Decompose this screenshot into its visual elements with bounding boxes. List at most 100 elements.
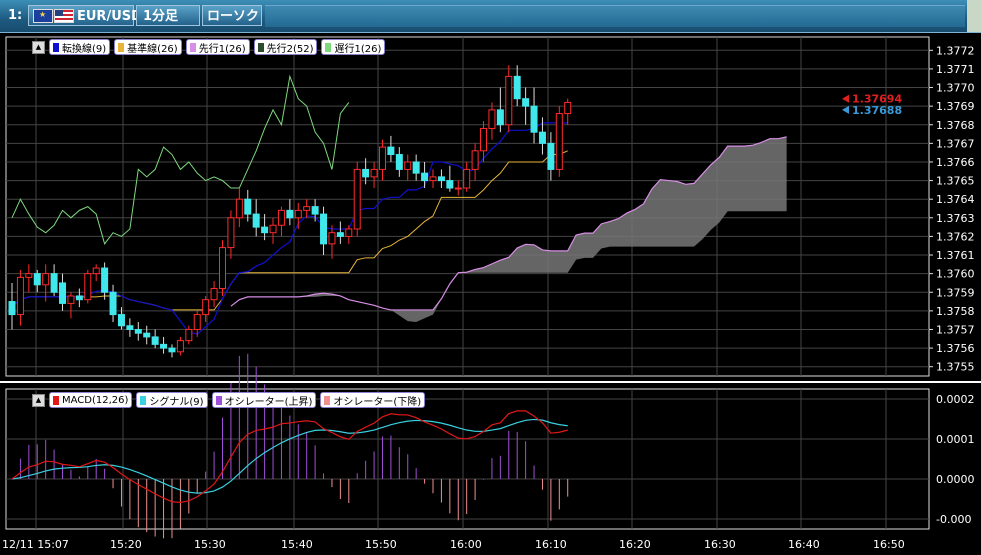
candle-body xyxy=(160,343,168,349)
candle-body xyxy=(67,295,75,304)
price-y-tick-label: 1.3759 xyxy=(936,286,975,299)
window-number: 1: xyxy=(8,8,23,23)
legend-item[interactable]: 基準線(26) xyxy=(114,39,182,55)
candle-body xyxy=(353,168,361,230)
legend-item[interactable]: 先行2(52) xyxy=(253,39,318,55)
legend-label: 転換線(9) xyxy=(62,43,107,55)
candle-body xyxy=(244,198,252,215)
candle-body xyxy=(92,267,100,275)
x-axis-tick-label: 15:40 xyxy=(281,538,313,551)
candle-body xyxy=(117,314,125,327)
price-y-tick-label: 1.3757 xyxy=(936,323,975,336)
price-y-tick-label: 1.3764 xyxy=(936,193,975,206)
candle-body xyxy=(286,209,294,219)
senkou2-color-swatch xyxy=(257,42,264,52)
legend-label: 遅行1(26) xyxy=(334,43,382,55)
legend-label: 基準線(26) xyxy=(127,43,178,55)
x-axis-tick-label: 15:20 xyxy=(110,538,142,551)
candle-body xyxy=(480,127,488,152)
titlebar-panel xyxy=(265,5,965,27)
candle-body xyxy=(42,273,50,286)
legend-label: MACD(12,26) xyxy=(62,394,129,406)
candle-body xyxy=(471,150,479,170)
price-y-tick-label: 1.3766 xyxy=(936,156,975,169)
price-y-tick-label: 1.3758 xyxy=(936,305,975,318)
candle-body xyxy=(75,295,83,301)
x-axis-tick-label: 16:30 xyxy=(704,538,736,551)
legend-item[interactable]: 転換線(9) xyxy=(49,39,111,55)
candle-body xyxy=(395,154,403,170)
candle-body xyxy=(505,75,513,126)
candle-body xyxy=(446,180,454,189)
timeframe-button[interactable]: 1分足 xyxy=(136,5,200,26)
eu-flag-icon xyxy=(33,9,53,23)
price-y-tick-label: 1.3772 xyxy=(936,44,975,57)
price-y-tick-label: 1.3768 xyxy=(936,119,975,132)
legend-item[interactable]: オシレーター(下降) xyxy=(320,392,426,408)
x-axis-tick-label: 16:10 xyxy=(535,538,567,551)
macd-legend: ▲ MACD(12,26) シグナル(9) オシレーター(上昇) オシレーター(下降) xyxy=(32,392,426,408)
x-axis-tick-label: 15:30 xyxy=(194,538,226,551)
candle-body xyxy=(463,168,471,189)
candle-body xyxy=(547,142,555,170)
macd-panel-frame xyxy=(5,388,930,530)
chart-area[interactable]: 12/11 15:07 15:20 15:30 15:40 15:50 16:00 16:1… xyxy=(0,33,981,551)
kijun-color-swatch xyxy=(118,42,125,52)
candle-body xyxy=(185,328,193,342)
candle-body xyxy=(522,98,530,107)
us-flag-icon xyxy=(54,9,74,23)
legend-label: オシレーター(上昇) xyxy=(224,396,313,408)
candle-body xyxy=(261,226,269,234)
candle-body xyxy=(370,168,378,178)
timeframe-label: 1分足 xyxy=(143,9,179,24)
candle-body xyxy=(33,273,41,286)
price-y-tick-label: 1.3755 xyxy=(936,361,975,374)
candle-body xyxy=(320,213,328,245)
x-axis-tick-label: 12/11 15:07 xyxy=(2,538,69,551)
osc-down-color-swatch xyxy=(324,395,331,405)
candle-body xyxy=(8,301,16,316)
candle-body xyxy=(143,332,151,338)
legend-label: 先行1(26) xyxy=(198,43,246,55)
candle-body xyxy=(50,273,58,293)
chart-type-label: ローソク xyxy=(207,9,260,24)
candle-body xyxy=(84,273,92,301)
x-axis-tick-label: 16:40 xyxy=(788,538,820,551)
legend-item[interactable]: 先行1(26) xyxy=(185,39,250,55)
collapse-macd-legend-icon[interactable]: ▲ xyxy=(32,393,45,407)
legend-item[interactable]: シグナル(9) xyxy=(136,392,208,408)
collapse-price-legend-icon[interactable]: ▲ xyxy=(32,40,45,54)
candle-body xyxy=(269,224,277,234)
tenkan-line xyxy=(11,122,568,335)
candle-body xyxy=(210,288,218,301)
candle-body xyxy=(328,232,336,245)
chart-type-button[interactable]: ローソク xyxy=(202,5,262,26)
x-axis-tick-label: 16:50 xyxy=(873,538,905,551)
candle-body xyxy=(421,172,429,182)
candle-body xyxy=(378,146,386,170)
macd-y-tick-label: 0.0001 xyxy=(936,433,975,446)
kijun-line xyxy=(11,150,568,311)
legend-label: シグナル(9) xyxy=(149,396,204,408)
candle-body xyxy=(277,209,285,226)
candle-body xyxy=(564,101,572,115)
legend-item[interactable]: MACD(12,26) xyxy=(49,392,133,408)
candle-body xyxy=(555,113,563,170)
legend-item[interactable]: 遅行1(26) xyxy=(321,39,386,55)
price-y-tick-label: 1.3770 xyxy=(936,82,975,95)
tenkan-color-swatch xyxy=(53,42,59,52)
chart-canvas[interactable]: 12/11 15:07 15:20 15:30 15:40 15:50 16:00 16:1… xyxy=(0,33,981,551)
chikou-color-swatch xyxy=(325,42,332,52)
candle-body xyxy=(303,206,311,211)
price-y-tick-label: 1.3761 xyxy=(936,249,975,262)
macd-color-swatch xyxy=(53,395,59,405)
candle-body xyxy=(530,105,538,133)
candle-body xyxy=(404,161,412,170)
price-legend: ▲ 転換線(9) 基準線(26) 先行1(26) 先行2(52) 遅行1(26) xyxy=(32,39,386,55)
candle-body xyxy=(437,176,445,182)
legend-item[interactable]: オシレーター(上昇) xyxy=(211,392,317,408)
price-y-tick-label: 1.3771 xyxy=(936,63,975,76)
osc-up-color-swatch xyxy=(215,395,222,405)
price-y-tick-label: 1.3762 xyxy=(936,230,975,243)
price-y-tick-label: 1.3767 xyxy=(936,137,975,150)
